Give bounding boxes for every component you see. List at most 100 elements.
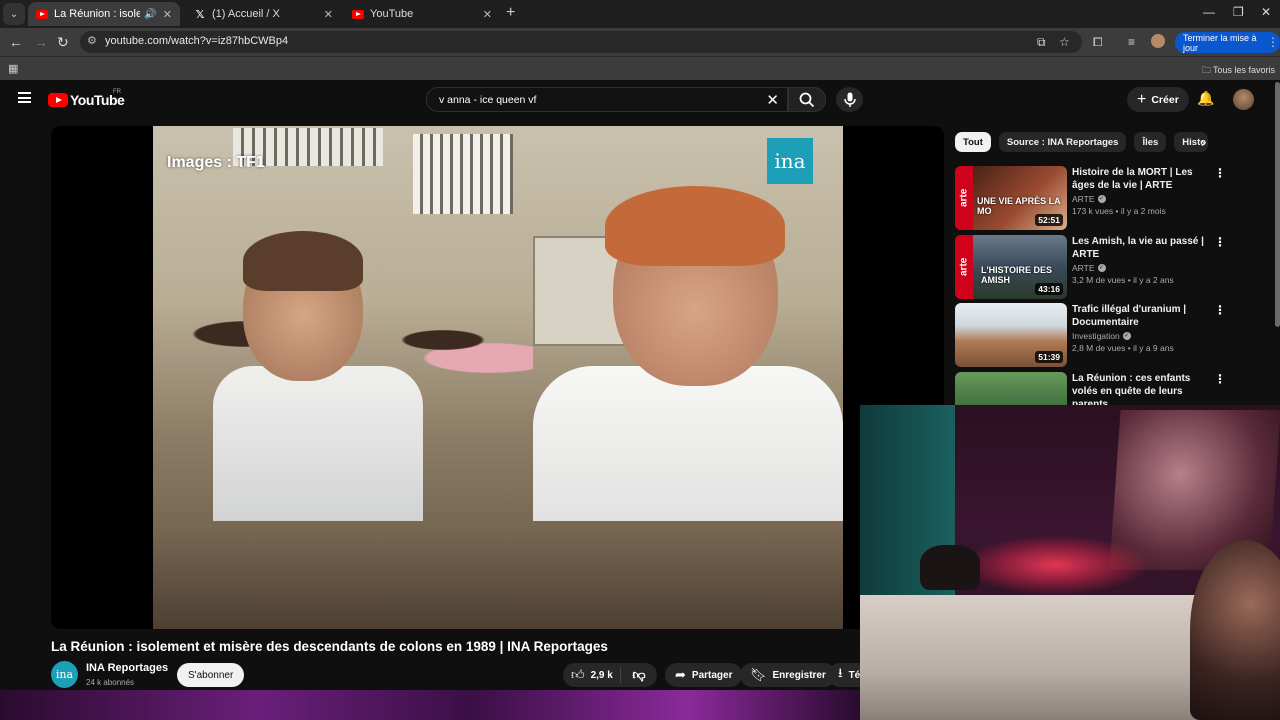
menu-kebab-icon[interactable]: ⋮ — [1267, 35, 1279, 49]
student-left — [173, 231, 423, 566]
bookmark-star-icon[interactable]: ☆ — [1059, 35, 1070, 49]
search-button[interactable] — [788, 87, 826, 112]
voice-search-button[interactable] — [836, 87, 863, 112]
recommendation-meta: 2,8 M de vues • il y a 9 ans — [1072, 343, 1174, 353]
more-actions-icon[interactable]: ⋮ — [1214, 235, 1226, 249]
view-count: 2,8 M de vues — [1072, 343, 1126, 353]
download-label: Té — [848, 669, 861, 681]
recommendation-title[interactable]: Trafic illégal d'uranium | Documentaire — [1072, 303, 1212, 329]
plus-icon: + — [1137, 90, 1147, 108]
all-bookmarks-label: Tous les favoris — [1212, 65, 1275, 75]
youtube-favicon-icon — [36, 9, 48, 19]
recommendation-info: Les Amish, la vie au passé | ARTE ARTE ✓ … — [1072, 235, 1212, 285]
address-bar[interactable]: ⚙ youtube.com/watch?v=iz87hbCWBp4 — [80, 31, 1082, 53]
more-actions-icon[interactable]: ⋮ — [1214, 372, 1226, 386]
close-tab-icon[interactable]: ✕ — [324, 8, 333, 21]
update-button[interactable]: Terminer la mise à jour — [1175, 32, 1280, 53]
recommendation-item[interactable]: arte L'HISTOIRE DES AMISH 43:16 Les Amis… — [955, 235, 1275, 299]
recommendation-info: Trafic illégal d'uranium | Documentaire … — [1072, 303, 1212, 353]
chevron-right-icon[interactable]: › — [1201, 135, 1205, 150]
close-tab-icon[interactable]: ✕ — [163, 8, 172, 21]
channel-label: ARTE — [1072, 194, 1095, 204]
reading-list-icon[interactable]: ≡ — [1128, 35, 1135, 49]
video-thumbnail[interactable]: 51:39 — [955, 303, 1067, 367]
extensions-icon[interactable]: ⧠ — [1093, 35, 1103, 50]
arte-logo: arte — [955, 235, 973, 299]
recommendation-channel[interactable]: Investigation ✓ — [1072, 331, 1212, 341]
tab-video[interactable]: La Réunion : isolement et m 🔊 ✕ — [28, 2, 180, 26]
account-avatar[interactable] — [1233, 89, 1254, 110]
apps-grid-icon[interactable]: ▦ — [8, 62, 18, 75]
close-tab-icon[interactable]: ✕ — [483, 8, 492, 21]
install-app-icon[interactable]: ⧉ — [1037, 35, 1046, 50]
share-label: Partager — [691, 669, 733, 681]
upload-age: il y a 9 ans — [1133, 343, 1174, 353]
ina-watermark-logo: ina — [767, 138, 813, 184]
maximize-icon[interactable]: ❐ — [1233, 5, 1244, 19]
chip-source[interactable]: Source : INA Reportages — [998, 132, 1127, 152]
hair — [243, 231, 363, 291]
recommendation-title[interactable]: Histoire de la MORT | Les âges de la vie… — [1072, 166, 1212, 192]
new-tab-icon[interactable]: + — [506, 4, 515, 22]
upload-age: il y a 2 ans — [1133, 275, 1174, 285]
download-icon: ⭳ — [838, 665, 843, 680]
clear-search-icon[interactable]: ✕ — [766, 91, 779, 109]
recommendation-channel[interactable]: ARTE ✓ — [1072, 194, 1212, 204]
back-icon[interactable]: ← — [9, 34, 23, 50]
recommendation-item[interactable]: arte UNE VIE APRÈS LA MO 52:51 Histoire … — [955, 166, 1275, 230]
chip-islands[interactable]: Îles — [1134, 132, 1167, 152]
more-actions-icon[interactable]: ⋮ — [1214, 303, 1226, 317]
like-count: 2,9 k — [590, 669, 613, 681]
hair — [605, 186, 785, 266]
search-input[interactable]: v anna - ice queen vf ✕ — [426, 87, 788, 112]
subscribe-button[interactable]: S'abonner — [177, 663, 245, 687]
forward-icon[interactable]: → — [34, 34, 48, 50]
subscriber-count: 24 k abonnés — [86, 678, 135, 687]
tab-title: La Réunion : isolement et m — [54, 8, 141, 20]
download-button[interactable]: ⭳ Té — [828, 663, 862, 687]
tab-x[interactable]: 𝕏 (1) Accueil / X ✕ — [186, 2, 341, 26]
url-text: youtube.com/watch?v=iz87hbCWBp4 — [105, 35, 289, 47]
speaker-icon[interactable]: 🔊 — [144, 9, 156, 20]
page-scrollbar[interactable] — [1275, 82, 1280, 327]
recommendation-channel[interactable]: ARTE ✓ — [1072, 263, 1212, 273]
recommendation-info: Histoire de la MORT | Les âges de la vie… — [1072, 166, 1212, 216]
close-window-icon[interactable]: ✕ — [1261, 5, 1271, 19]
video-thumbnail[interactable]: arte UNE VIE APRÈS LA MO 52:51 — [955, 166, 1067, 230]
reload-icon[interactable]: ↻ — [57, 34, 69, 51]
recommendation-title[interactable]: Les Amish, la vie au passé | ARTE — [1072, 235, 1212, 261]
microphone-icon — [843, 92, 856, 107]
search-icon — [799, 92, 815, 107]
channel-name[interactable]: INA Reportages — [86, 662, 168, 674]
recommendation-item[interactable]: 51:39 Trafic illégal d'uranium | Documen… — [955, 303, 1275, 367]
youtube-favicon-icon — [352, 9, 364, 19]
share-button[interactable]: ➦ Partager — [665, 663, 743, 687]
hamburger-menu-icon[interactable] — [18, 92, 31, 103]
bookmark-icon: 🔖︎ — [750, 667, 767, 682]
recommendation-meta: 173 k vues • il y a 2 mois — [1072, 206, 1166, 216]
channel-avatar[interactable]: ina — [51, 661, 78, 688]
create-button[interactable]: + Créer — [1127, 87, 1189, 112]
chip-all[interactable]: Tout — [955, 132, 991, 152]
profile-avatar[interactable] — [1151, 34, 1165, 48]
dislike-button[interactable]: 👎︎ — [621, 667, 657, 683]
minimize-icon[interactable]: — — [1203, 5, 1215, 19]
region-code: FR — [113, 89, 121, 95]
site-info-icon[interactable]: ⚙ — [87, 34, 97, 47]
tab-youtube[interactable]: YouTube ✕ — [344, 2, 500, 26]
like-button[interactable]: 👍︎ 2,9 k — [563, 667, 621, 683]
video-frame — [153, 126, 843, 629]
notifications-bell-icon[interactable]: 🔔 — [1197, 90, 1214, 107]
youtube-logo-icon[interactable] — [48, 93, 68, 107]
video-thumbnail[interactable]: arte L'HISTOIRE DES AMISH 43:16 — [955, 235, 1067, 299]
all-bookmarks-link[interactable]: 🗀 Tous les favoris — [1202, 63, 1275, 79]
save-button[interactable]: 🔖︎ Enregistrer — [740, 663, 836, 687]
more-actions-icon[interactable]: ⋮ — [1214, 166, 1226, 180]
tab-search-button[interactable]: ⌄ — [3, 3, 25, 25]
verified-check-icon: ✓ — [1122, 332, 1131, 340]
bottom-overlay-strip — [0, 690, 860, 720]
video-player[interactable]: Images : TF1 ina — [51, 126, 944, 629]
tab-title: YouTube — [370, 8, 414, 20]
channel-label: ARTE — [1072, 263, 1095, 273]
recommendation-meta: 3,2 M de vues • il y a 2 ans — [1072, 275, 1174, 285]
